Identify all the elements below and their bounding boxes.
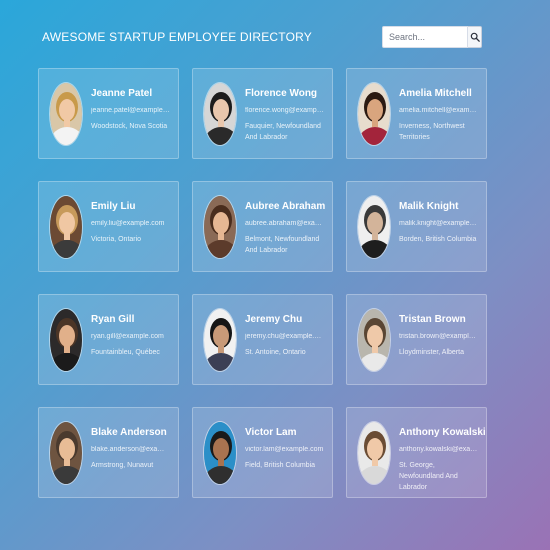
employee-name: Tristan Brown bbox=[399, 314, 466, 325]
employee-name: Jeremy Chu bbox=[245, 314, 303, 325]
search-icon bbox=[470, 32, 480, 42]
employee-card[interactable]: Blake Anderson blake.anderson@example.co… bbox=[38, 407, 179, 498]
employee-info: Malik Knight malik.knight@example.com Bo… bbox=[399, 195, 478, 245]
avatar bbox=[49, 195, 83, 259]
employee-name: Aubree Abraham bbox=[245, 201, 326, 212]
employee-info: Jeremy Chu jeremy.chu@example.com St. An… bbox=[245, 308, 324, 358]
employee-card[interactable]: Ryan Gill ryan.gill@example.com Fountain… bbox=[38, 294, 179, 385]
employee-location: Woodstock, Nova Scotia bbox=[91, 123, 168, 130]
employee-name: Malik Knight bbox=[399, 201, 459, 212]
avatar bbox=[357, 195, 391, 259]
employee-email: anthony.kowalski@example.com bbox=[399, 446, 478, 453]
avatar bbox=[203, 82, 237, 146]
employee-email: blake.anderson@example.com bbox=[91, 446, 170, 453]
employee-info: Blake Anderson blake.anderson@example.co… bbox=[91, 421, 170, 471]
employee-card[interactable]: Jeremy Chu jeremy.chu@example.com St. An… bbox=[192, 294, 333, 385]
employee-email: tristan.brown@example.com bbox=[399, 333, 478, 340]
avatar bbox=[357, 82, 391, 146]
employee-email: malik.knight@example.com bbox=[399, 220, 478, 227]
employee-location: Fountainbleu, Québec bbox=[91, 349, 160, 356]
employee-info: Anthony Kowalski anthony.kowalski@exampl… bbox=[399, 421, 486, 493]
employee-location: Lloydminster, Alberta bbox=[399, 349, 464, 356]
employee-location: Victoria, Ontario bbox=[91, 236, 142, 243]
employee-info: Florence Wong florence.wong@example.com … bbox=[245, 82, 324, 143]
employee-email: jeanne.patel@example.com bbox=[91, 107, 170, 114]
avatar bbox=[357, 421, 391, 485]
search-input[interactable] bbox=[382, 26, 468, 48]
employee-email: aubree.abraham@example.com bbox=[245, 220, 324, 227]
avatar bbox=[203, 421, 237, 485]
employee-card[interactable]: Anthony Kowalski anthony.kowalski@exampl… bbox=[346, 407, 487, 498]
employee-location: Borden, British Columbia bbox=[399, 236, 477, 243]
employee-location: St. George, Newfoundland And Labrador bbox=[399, 462, 458, 491]
employee-card[interactable]: Amelia Mitchell amelia.mitchell@example.… bbox=[346, 68, 487, 159]
avatar bbox=[49, 421, 83, 485]
employee-location: Field, British Columbia bbox=[245, 462, 316, 469]
employee-name: Amelia Mitchell bbox=[399, 88, 472, 99]
employee-name: Emily Liu bbox=[91, 201, 136, 212]
employee-card[interactable]: Jeanne Patel jeanne.patel@example.com Wo… bbox=[38, 68, 179, 159]
employee-info: Aubree Abraham aubree.abraham@example.co… bbox=[245, 195, 326, 256]
employee-name: Victor Lam bbox=[245, 427, 297, 438]
employee-email: florence.wong@example.com bbox=[245, 107, 324, 114]
employee-location: Belmont, Newfoundland And Labrador bbox=[245, 236, 320, 254]
employee-location: Inverness, Northwest Territories bbox=[399, 123, 465, 141]
employee-name: Ryan Gill bbox=[91, 314, 135, 325]
employee-card[interactable]: Florence Wong florence.wong@example.com … bbox=[192, 68, 333, 159]
search-form bbox=[382, 26, 482, 48]
employee-card[interactable]: Aubree Abraham aubree.abraham@example.co… bbox=[192, 181, 333, 272]
employee-location: Fauquier, Newfoundland And Labrador bbox=[245, 123, 321, 141]
avatar bbox=[357, 308, 391, 372]
search-button[interactable] bbox=[468, 26, 482, 48]
employee-name: Jeanne Patel bbox=[91, 88, 153, 99]
employee-card[interactable]: Emily Liu emily.liu@example.com Victoria… bbox=[38, 181, 179, 272]
avatar bbox=[203, 308, 237, 372]
header: AWESOME STARTUP EMPLOYEE DIRECTORY bbox=[42, 25, 482, 49]
employee-email: victor.lam@example.com bbox=[245, 446, 324, 453]
avatar bbox=[49, 82, 83, 146]
employee-location: St. Antoine, Ontario bbox=[245, 349, 306, 356]
employee-email: amelia.mitchell@example.com bbox=[399, 107, 478, 114]
employee-location: Armstrong, Nunavut bbox=[91, 462, 154, 469]
employee-card[interactable]: Malik Knight malik.knight@example.com Bo… bbox=[346, 181, 487, 272]
employee-info: Tristan Brown tristan.brown@example.com … bbox=[399, 308, 478, 358]
employee-name: Florence Wong bbox=[245, 88, 318, 99]
employee-card[interactable]: Victor Lam victor.lam@example.com Field,… bbox=[192, 407, 333, 498]
employee-email: emily.liu@example.com bbox=[91, 220, 165, 227]
employee-grid: Jeanne Patel jeanne.patel@example.com Wo… bbox=[38, 68, 487, 498]
employee-info: Victor Lam victor.lam@example.com Field,… bbox=[245, 421, 323, 471]
employee-info: Jeanne Patel jeanne.patel@example.com Wo… bbox=[91, 82, 170, 132]
employee-email: ryan.gill@example.com bbox=[91, 333, 164, 340]
employee-name: Anthony Kowalski bbox=[399, 427, 486, 438]
employee-card[interactable]: Tristan Brown tristan.brown@example.com … bbox=[346, 294, 487, 385]
avatar bbox=[49, 308, 83, 372]
employee-email: jeremy.chu@example.com bbox=[245, 333, 324, 340]
employee-info: Ryan Gill ryan.gill@example.com Fountain… bbox=[91, 308, 164, 358]
page-title: AWESOME STARTUP EMPLOYEE DIRECTORY bbox=[42, 30, 312, 44]
employee-info: Emily Liu emily.liu@example.com Victoria… bbox=[91, 195, 165, 245]
avatar bbox=[203, 195, 237, 259]
employee-info: Amelia Mitchell amelia.mitchell@example.… bbox=[399, 82, 478, 143]
employee-name: Blake Anderson bbox=[91, 427, 167, 438]
